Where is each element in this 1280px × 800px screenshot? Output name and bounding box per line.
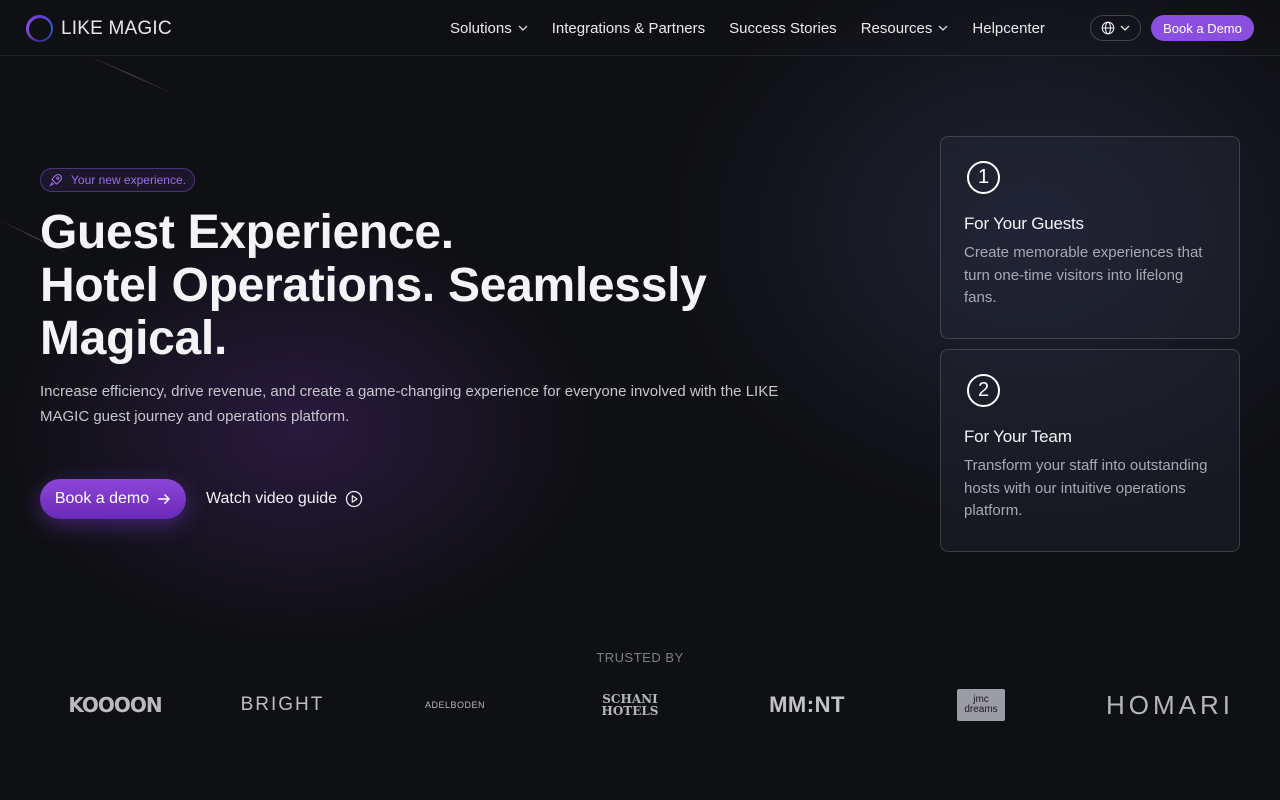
- book-demo-button[interactable]: Book a demo: [40, 479, 186, 519]
- hero-title-line: Hotel Operations. Seamlessly: [40, 259, 707, 312]
- badge-label: Your new experience.: [71, 173, 186, 187]
- chevron-down-icon: [938, 25, 948, 31]
- nav-success-stories[interactable]: Success Stories: [729, 20, 837, 37]
- client-logo: jmc dreams: [957, 680, 1005, 730]
- book-demo-nav-button[interactable]: Book a Demo: [1151, 15, 1254, 41]
- cta-label: Book a demo: [54, 490, 150, 507]
- number-badge: 1: [967, 161, 1000, 194]
- hero-title-line: Guest Experience.: [40, 206, 454, 259]
- hero-badge: Your new experience.: [40, 168, 195, 192]
- card-title: For Your Team: [964, 427, 1072, 446]
- client-logo: SCHANI HOTELS: [601, 692, 659, 718]
- client-logo: HOMARI: [1106, 689, 1234, 720]
- video-label: Watch video guide: [206, 490, 338, 507]
- client-logo: KOOOON: [68, 693, 162, 717]
- nav-label: Solutions: [450, 19, 512, 37]
- team-card: 2 For Your Team Transform your staff int…: [940, 349, 1240, 552]
- top-navbar: LIKE MAGIC Solutions Integrations & Part…: [0, 0, 1280, 56]
- main-nav: Solutions Integrations & Partners Succes…: [450, 0, 1045, 56]
- play-circle-icon: [345, 490, 363, 508]
- nav-label: Resources: [860, 19, 933, 37]
- chevron-down-icon: [518, 25, 528, 31]
- client-logo: BRIGHT: [240, 694, 325, 715]
- hero-title: Guest Experience. Hotel Operations. Seam…: [40, 206, 760, 365]
- nav-integrations[interactable]: Integrations & Partners: [552, 20, 705, 37]
- nav-label: Helpcenter: [972, 19, 1045, 37]
- brand-logo[interactable]: LIKE MAGIC: [26, 15, 172, 42]
- nav-helpcenter[interactable]: Helpcenter: [972, 20, 1045, 37]
- language-selector[interactable]: [1090, 15, 1141, 41]
- number-badge: 2: [967, 374, 1000, 407]
- arrow-right-icon: [158, 493, 171, 505]
- hero-section: Your new experience. Guest Experience. H…: [0, 0, 1280, 800]
- client-logo: MM:NT: [769, 692, 845, 717]
- watch-video-link[interactable]: Watch video guide: [206, 479, 363, 519]
- client-logos: KOOOON BRIGHT ADELBODEN SCHANI HOTELS MM…: [40, 680, 1240, 730]
- rocket-icon: [49, 173, 63, 187]
- logo-ring-icon: [26, 15, 53, 42]
- chevron-down-icon: [1120, 25, 1130, 31]
- hero-subtitle: Increase efficiency, drive revenue, and …: [40, 383, 779, 425]
- nav-resources[interactable]: Resources: [861, 20, 949, 37]
- card-text: Create memorable experiences that turn o…: [964, 244, 1203, 306]
- nav-label: Success Stories: [729, 19, 837, 37]
- nav-label: Integrations & Partners: [551, 19, 706, 37]
- globe-icon: [1101, 21, 1115, 35]
- hero-title-line: Magical.: [40, 312, 227, 365]
- brand-name: LIKE MAGIC: [61, 17, 172, 39]
- guests-card: 1 For Your Guests Create memorable exper…: [940, 136, 1240, 339]
- client-logo: ADELBODEN: [424, 700, 486, 710]
- nav-solutions[interactable]: Solutions: [450, 20, 528, 37]
- trusted-by-label: TRUSTED BY: [596, 650, 684, 665]
- card-text: Transform your staff into outstanding ho…: [964, 457, 1208, 519]
- card-title: For Your Guests: [964, 214, 1084, 233]
